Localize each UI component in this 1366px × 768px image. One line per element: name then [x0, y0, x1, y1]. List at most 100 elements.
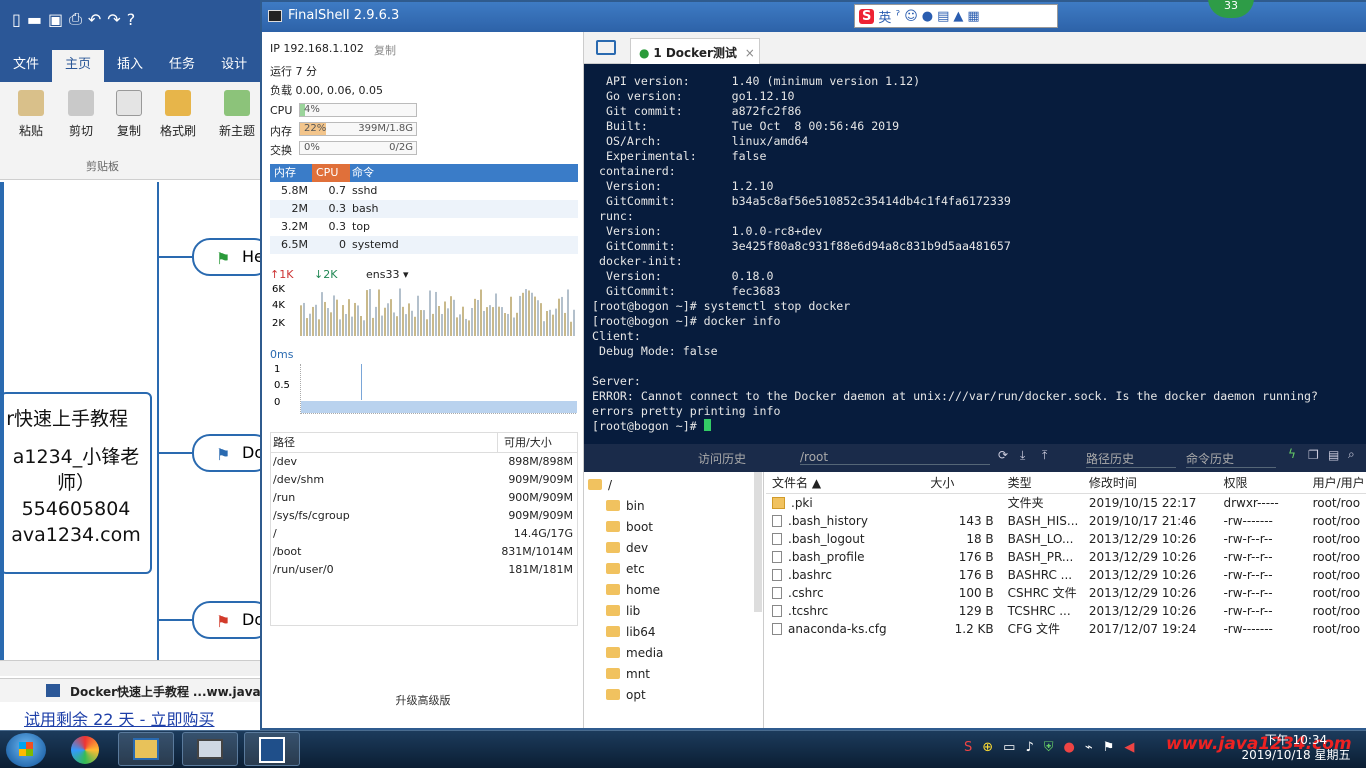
folder-icon[interactable]	[596, 40, 616, 55]
proc-header-mem[interactable]: 内存	[270, 164, 312, 182]
help-icon[interactable]: ?	[127, 10, 136, 29]
search-icon[interactable]: ⌕	[1348, 447, 1355, 462]
trial-link[interactable]: 试用剩余 22 天 - 立即购买	[0, 703, 262, 730]
document-tab[interactable]: Docker快速上手教程 ...ww.java1	[0, 678, 262, 702]
tree-item[interactable]: etc	[606, 562, 645, 576]
tree-item[interactable]: lib	[606, 604, 640, 618]
topic-node-2[interactable]: ⚑ Do	[192, 434, 262, 472]
start-button[interactable]	[6, 733, 46, 767]
mindmap-canvas[interactable]: ⚑ He ⚑ Do ⚑ Do r快速上手教程 a1234_小锋老 师） 5546058…	[0, 182, 262, 660]
col-size[interactable]: 大小	[924, 472, 1001, 493]
file-row[interactable]: .bash_profile 176 B BASH_PR... 2013/12/29 1…	[766, 548, 1366, 566]
file-row[interactable]: .pki 文件夹 2019/10/15 22:17 drwxr----- root/ro…	[766, 494, 1366, 512]
new-icon[interactable]: ▯	[12, 10, 21, 29]
disk-row[interactable]: /run/user/0 181M/181M	[271, 561, 577, 579]
col-modified[interactable]: 修改时间	[1083, 472, 1218, 493]
central-topic[interactable]: r快速上手教程 a1234_小锋老 师） 554605804 ava1234.c…	[4, 392, 152, 574]
file-row[interactable]: .tcshrc 129 B TCSHRC ... 2013/12/29 10:26 -r…	[766, 602, 1366, 620]
tab-task[interactable]: 任务	[156, 50, 208, 82]
tree-scrollbar[interactable]	[754, 472, 762, 612]
shield-tray-icon[interactable]: ⛨	[1044, 740, 1054, 755]
horizontal-scrollbar[interactable]	[0, 660, 262, 676]
lightning-icon[interactable]: ϟ	[1288, 447, 1296, 461]
interface-select[interactable]: ens33 ▾	[366, 268, 409, 281]
col-owner[interactable]: 用户/用户	[1307, 472, 1366, 493]
file-row[interactable]: .bash_logout 18 B BASH_LO... 2013/12/29 10:…	[766, 530, 1366, 548]
emoji-icon[interactable]: ☺	[904, 9, 918, 24]
ime-mode[interactable]: 英	[878, 7, 891, 26]
access-history-button[interactable]: 访问历史	[698, 450, 746, 467]
disk-row[interactable]: /boot 831M/1014M	[271, 543, 577, 561]
path-history-button[interactable]: 路径历史	[1086, 450, 1176, 468]
col-permissions[interactable]: 权限	[1217, 472, 1306, 493]
tree-item[interactable]: dev	[606, 541, 648, 555]
tree-item[interactable]: boot	[606, 520, 653, 534]
copy-button[interactable]: 复制	[106, 90, 152, 139]
file-row[interactable]: .cshrc 100 B CSHRC 文件 2013/12/29 10:26 -rw-r…	[766, 584, 1366, 602]
tree-item[interactable]: home	[606, 583, 660, 597]
disk-header-size[interactable]: 可用/大小	[497, 433, 577, 452]
tree-item[interactable]: bin	[606, 499, 645, 513]
paste-icon[interactable]: ▤	[1328, 448, 1339, 462]
save-icon[interactable]: ▣	[48, 10, 63, 29]
process-row[interactable]: 3.2M 0.3 top	[270, 218, 578, 236]
tree-item[interactable]: mnt	[606, 667, 650, 681]
taskbar-finalshell[interactable]	[182, 732, 238, 766]
download-icon[interactable]: ⤓	[1020, 448, 1025, 463]
copy-icon[interactable]: ❐	[1308, 448, 1319, 462]
clock[interactable]: 下午 10:34 2019/10/18 星期五	[1236, 733, 1356, 763]
path-field[interactable]: /root	[800, 450, 990, 465]
tab-file[interactable]: 文件	[0, 50, 52, 82]
keyboard-icon[interactable]: ▤	[937, 9, 949, 24]
disk-row[interactable]: / 14.4G/17G	[271, 525, 577, 543]
disk-row[interactable]: /run 900M/909M	[271, 489, 577, 507]
punctuation-icon[interactable]: ˀ	[895, 9, 900, 24]
plus-tray-icon[interactable]: ⊕	[982, 740, 993, 755]
flag-tray-icon[interactable]: ⚑	[1103, 740, 1115, 755]
topic-node-1[interactable]: ⚑ He	[192, 238, 262, 276]
upgrade-link[interactable]: 升级高级版	[262, 692, 584, 708]
upload-icon[interactable]: ⤒	[1042, 448, 1047, 463]
tree-item[interactable]: opt	[606, 688, 646, 702]
session-tab[interactable]: ● 1 Docker测试 ×	[630, 38, 760, 64]
process-row[interactable]: 2M 0.3 bash	[270, 200, 578, 218]
redo-icon[interactable]: ↷	[107, 10, 120, 29]
new-topic-button[interactable]: 新主题	[214, 90, 260, 139]
taskbar-app-1[interactable]	[56, 732, 112, 766]
window-titlebar[interactable]: FinalShell 2.9.6.3	[262, 2, 1366, 32]
terminal[interactable]: API version: 1.40 (minimum version 1.12)…	[584, 64, 1366, 444]
file-row[interactable]: .bash_history 143 B BASH_HIS... 2019/10/17 …	[766, 512, 1366, 530]
proc-header-cmd[interactable]: 命令	[350, 164, 578, 182]
command-history-button[interactable]: 命令历史	[1186, 450, 1276, 468]
bell-tray-icon[interactable]: ♪	[1025, 740, 1033, 755]
microphone-icon[interactable]: ●	[922, 9, 933, 24]
process-row[interactable]: 5.8M 0.7 sshd	[270, 182, 578, 200]
open-icon[interactable]: ▬	[27, 10, 42, 29]
tree-item[interactable]: media	[606, 646, 663, 660]
antivirus-tray-icon[interactable]: ●	[1064, 740, 1075, 755]
taskbar-mindmanager[interactable]	[244, 732, 300, 766]
volume-tray-icon[interactable]: ◀	[1124, 740, 1134, 755]
file-row[interactable]: .bashrc 176 B BASHRC ... 2013/12/29 10:26 -r…	[766, 566, 1366, 584]
col-type[interactable]: 类型	[1002, 472, 1083, 493]
copy-ip-button[interactable]: 复制	[374, 42, 396, 58]
paste-button[interactable]: 粘贴	[8, 90, 54, 139]
toolbox-icon[interactable]: ▦	[967, 9, 979, 24]
skin-icon[interactable]: ▲	[953, 9, 963, 24]
tree-item[interactable]: lib64	[606, 625, 656, 639]
disk-row[interactable]: /dev/shm 909M/909M	[271, 471, 577, 489]
tab-home[interactable]: 主页	[52, 50, 105, 82]
tree-root[interactable]: /	[588, 478, 612, 492]
undo-icon[interactable]: ↶	[88, 10, 101, 29]
file-row[interactable]: anaconda-ks.cfg 1.2 KB CFG 文件 2017/12/07 19…	[766, 620, 1366, 638]
disk-header-path[interactable]: 路径	[271, 433, 497, 452]
close-tab-icon[interactable]: ×	[745, 46, 755, 60]
tab-design[interactable]: 设计	[208, 50, 260, 82]
refresh-icon[interactable]: ⟳	[998, 448, 1008, 462]
process-row[interactable]: 6.5M 0 systemd	[270, 236, 578, 254]
disk-row[interactable]: /sys/fs/cgroup 909M/909M	[271, 507, 577, 525]
format-painter-button[interactable]: 格式刷	[155, 90, 201, 139]
proc-header-cpu[interactable]: CPU	[312, 164, 350, 182]
col-name[interactable]: 文件名 ▲	[766, 472, 924, 493]
cut-button[interactable]: 剪切	[58, 90, 104, 139]
